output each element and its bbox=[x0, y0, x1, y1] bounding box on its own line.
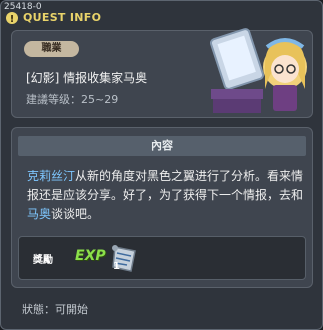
quest-info-window: 25418-0 ! QUEST INFO 職業 [幻影] 情报收集家马奥 建議等… bbox=[0, 0, 323, 330]
npc-name-christine: 克莉丝汀 bbox=[27, 169, 76, 183]
svg-text:!: ! bbox=[10, 14, 15, 25]
quest-info-icon: ! bbox=[6, 12, 18, 25]
quest-name: [幻影] 情报收集家马奥 bbox=[26, 71, 148, 85]
exp-icon: EXP bbox=[75, 248, 106, 264]
content-panel: 內容 克莉丝汀从新的角度对黑色之翼进行了分析。看来情报还是应该分享。好了，为了获… bbox=[11, 127, 313, 288]
reward-label: 獎勵 bbox=[33, 255, 53, 266]
npc-name-mao: 马奥 bbox=[27, 207, 52, 221]
quest-description: 克莉丝汀从新的角度对黑色之翼进行了分析。看来情报还是应该分享。好了，为了获得下一… bbox=[27, 167, 305, 224]
reward-box: 獎勵 EXP 1 bbox=[18, 236, 306, 280]
required-level: 建議等级：25~29 bbox=[26, 93, 119, 106]
npc-portrait bbox=[209, 28, 307, 113]
description-text-end: 谈谈吧。 bbox=[51, 207, 100, 221]
item-quantity: 1 bbox=[113, 261, 120, 272]
content-title: 內容 bbox=[18, 136, 306, 156]
job-badge: 職業 bbox=[24, 41, 79, 57]
quest-status: 狀態：可開始 bbox=[22, 303, 88, 316]
window-title: QUEST INFO bbox=[23, 11, 102, 24]
